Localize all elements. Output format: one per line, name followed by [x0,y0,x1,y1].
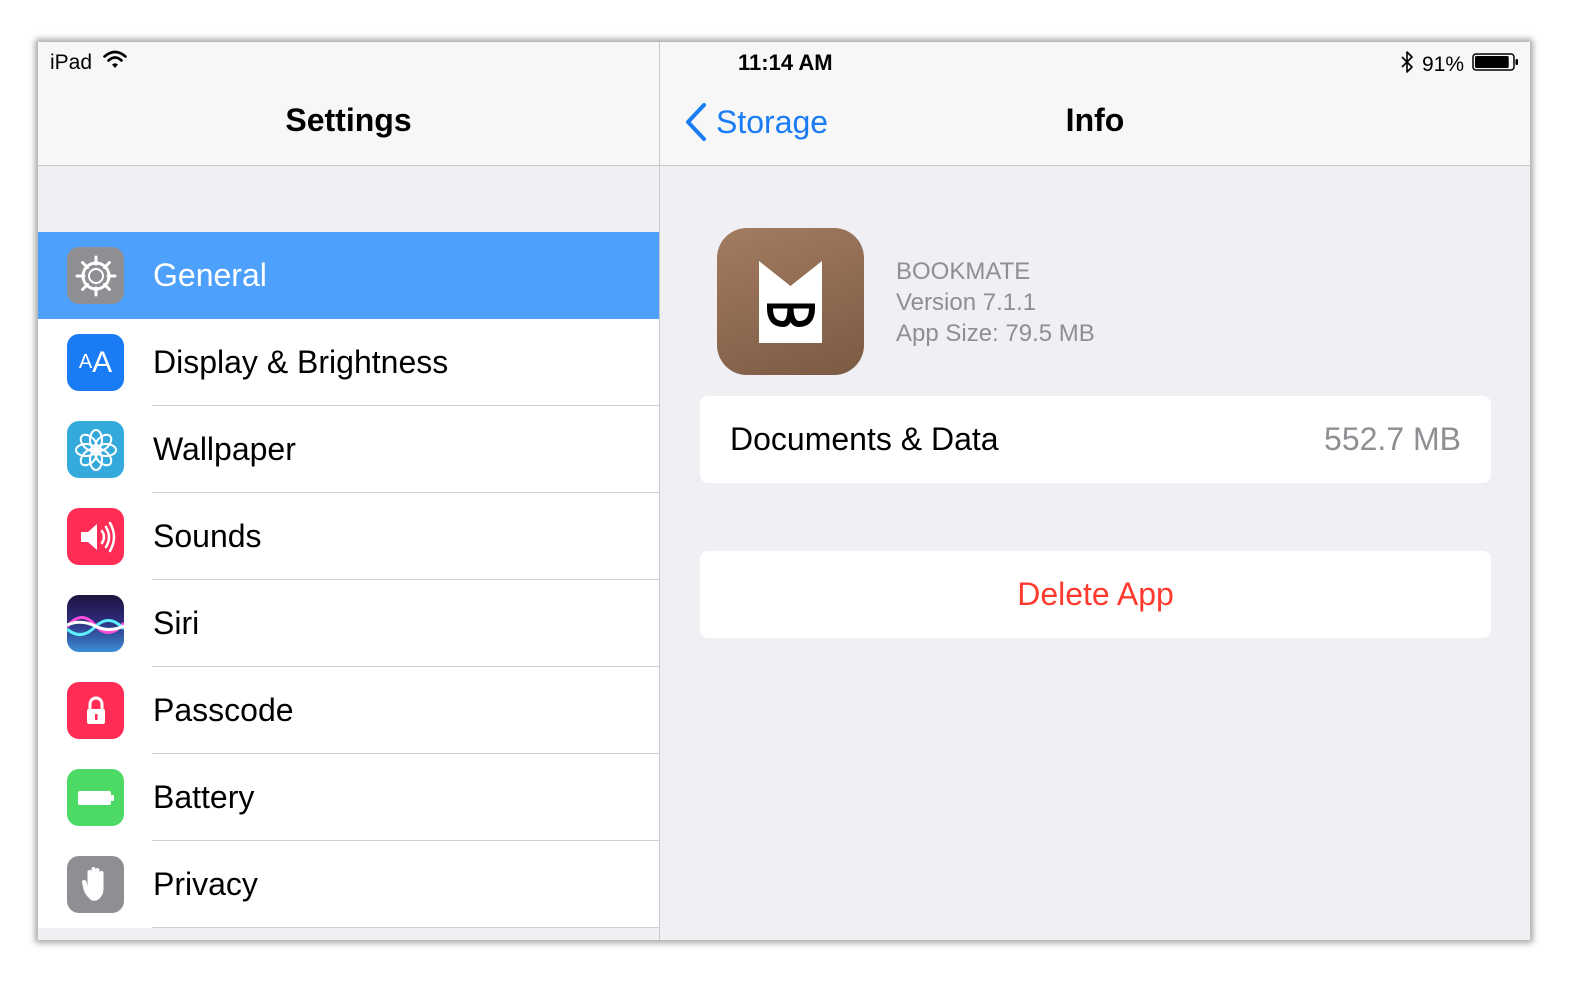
delete-app-label: Delete App [1017,576,1174,612]
device-name: iPad [50,51,93,74]
sidebar-item-label: Sounds [153,518,262,554]
master-nav-bar: iPad Settings [38,42,659,166]
ipad-screen: iPad Settings General A A Display & Brig… [38,42,1530,940]
battery-percent: 91% [1421,53,1464,76]
sidebar-item-label: Passcode [153,692,294,728]
sidebar-item-wallpaper[interactable]: Wallpaper [38,406,659,493]
battery-icon [1472,51,1520,79]
sidebar-item-label: General [153,257,267,293]
sidebar-item-label: Wallpaper [153,431,296,467]
status-time: 11:14 AM [738,50,833,75]
sidebar-item-privacy[interactable]: Privacy [38,841,659,928]
delete-app-button[interactable]: Delete App [700,551,1491,638]
settings-master-pane: iPad Settings General A A Display & Brig… [38,42,660,940]
divider [152,927,659,928]
siri-icon [67,595,124,652]
documents-data-label: Documents & Data [730,421,999,457]
wifi-icon [102,50,128,76]
sidebar-item-sounds[interactable]: Sounds [38,493,659,580]
info-detail-pane: 11:14 AM 91% Storage Info BOOKMATE Versi… [660,42,1530,940]
gear-icon [67,247,124,304]
app-metadata: BOOKMATE Version 7.1.1 App Size: 79.5 MB [896,256,1095,349]
app-size: App Size: 79.5 MB [896,320,1095,347]
speaker-icon [67,508,124,565]
text-size-icon: AA [67,334,124,391]
lock-icon [67,682,124,739]
sidebar-item-battery[interactable]: Battery [38,754,659,841]
sidebar-item-passcode[interactable]: Passcode [38,667,659,754]
documents-data-value: 552.7 MB [1324,421,1461,457]
status-left: iPad [50,50,128,76]
flower-icon [67,421,124,478]
page-title: Settings [285,102,412,138]
app-icon [717,228,864,375]
app-version: Version 7.1.1 [896,289,1037,316]
sidebar-item-label: Siri [153,605,200,641]
bluetooth-icon [1400,50,1414,80]
status-right: 91% [1400,50,1520,80]
page-title: Info [1065,102,1125,138]
bookmate-logo-icon [759,261,822,343]
battery-icon [67,769,124,826]
sidebar-item-label: Display & Brightness [153,344,449,380]
sidebar-item-general[interactable]: General [38,232,659,319]
sidebar-item-label: Battery [153,779,255,815]
hand-icon [67,856,124,913]
detail-nav-bar: 11:14 AM 91% Storage Info [660,42,1530,166]
sidebar-item-siri[interactable]: Siri [38,580,659,667]
documents-data-row: Documents & Data 552.7 MB [700,396,1491,483]
sidebar-item-display-brightness[interactable]: AA Display & Brightness [38,319,659,406]
sidebar-item-label: Privacy [153,866,258,902]
app-name: BOOKMATE [896,258,1031,285]
settings-list: General AA Display & Brightness Wallpape… [38,232,659,928]
